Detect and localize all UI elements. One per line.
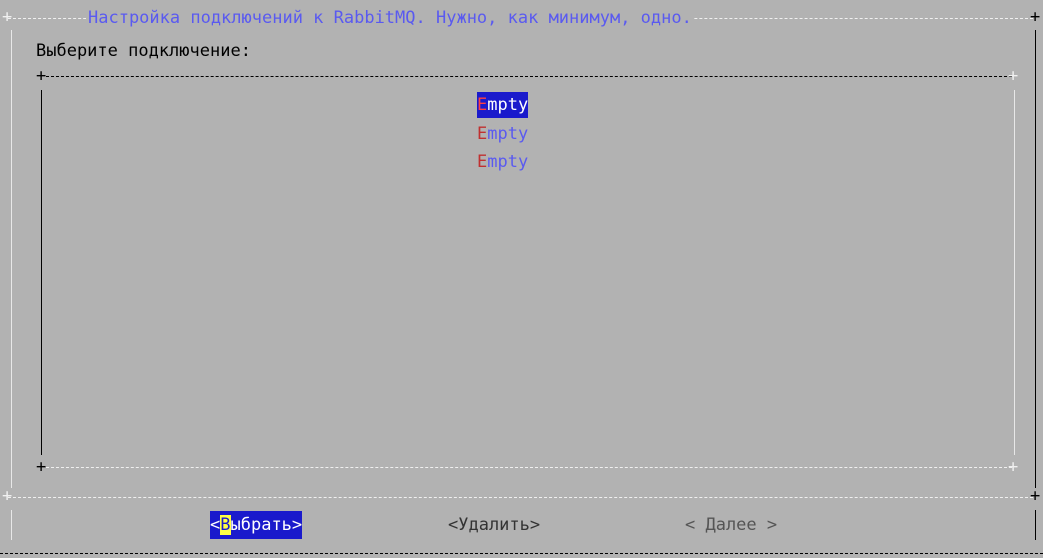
list-item-label: mpty bbox=[487, 152, 529, 172]
list-box-top-border bbox=[46, 76, 1012, 77]
outer-box-top-right-corner: + bbox=[1030, 7, 1041, 27]
button-area-separator bbox=[8, 497, 1033, 498]
separator-left-junction: + bbox=[2, 486, 13, 506]
list-item-hotkey: E bbox=[477, 124, 488, 144]
outer-box-bottom-border bbox=[0, 553, 1043, 554]
list-item-hotkey: E bbox=[477, 95, 488, 115]
button-area-right-border bbox=[1035, 510, 1036, 540]
select-button-open-bracket: < bbox=[210, 515, 221, 535]
list-box-right-border bbox=[1014, 90, 1015, 455]
list-box-left-border bbox=[41, 90, 42, 455]
list-item-label: mpty bbox=[487, 95, 529, 115]
outer-box-left-border bbox=[11, 30, 12, 488]
outer-box-right-border bbox=[1035, 30, 1036, 488]
list-item-selected[interactable]: Empty bbox=[477, 92, 529, 118]
list-item-hotkey: E bbox=[477, 152, 488, 172]
list-item[interactable]: Empty bbox=[477, 149, 528, 175]
list-box-top-left-corner: + bbox=[36, 66, 47, 86]
next-button[interactable]: < Далее > bbox=[685, 511, 777, 539]
list-item[interactable]: Empty bbox=[477, 121, 528, 147]
list-item-label: mpty bbox=[487, 124, 529, 144]
delete-button[interactable]: <Удалить> bbox=[448, 511, 540, 539]
list-box-bottom-right-corner: + bbox=[1008, 457, 1019, 477]
list-box-bottom-left-corner: + bbox=[36, 457, 47, 477]
dialog-window: + + Настройка подключений к RabbitMQ. Ну… bbox=[0, 0, 1043, 558]
separator-right-junction: + bbox=[1030, 486, 1041, 506]
select-button[interactable]: <Выбрать> bbox=[210, 511, 303, 539]
outer-box-top-left-corner: + bbox=[2, 7, 13, 27]
list-box-bottom-border bbox=[46, 467, 1012, 468]
select-button-label: ыбрать> bbox=[230, 515, 303, 535]
dialog-prompt: Выберите подключение: bbox=[36, 41, 251, 61]
list-box-top-right-corner: + bbox=[1008, 66, 1019, 86]
select-button-hotkey: В bbox=[220, 515, 231, 535]
button-area-left-border bbox=[11, 510, 12, 540]
dialog-title: Настройка подключений к RabbitMQ. Нужно,… bbox=[86, 4, 694, 33]
